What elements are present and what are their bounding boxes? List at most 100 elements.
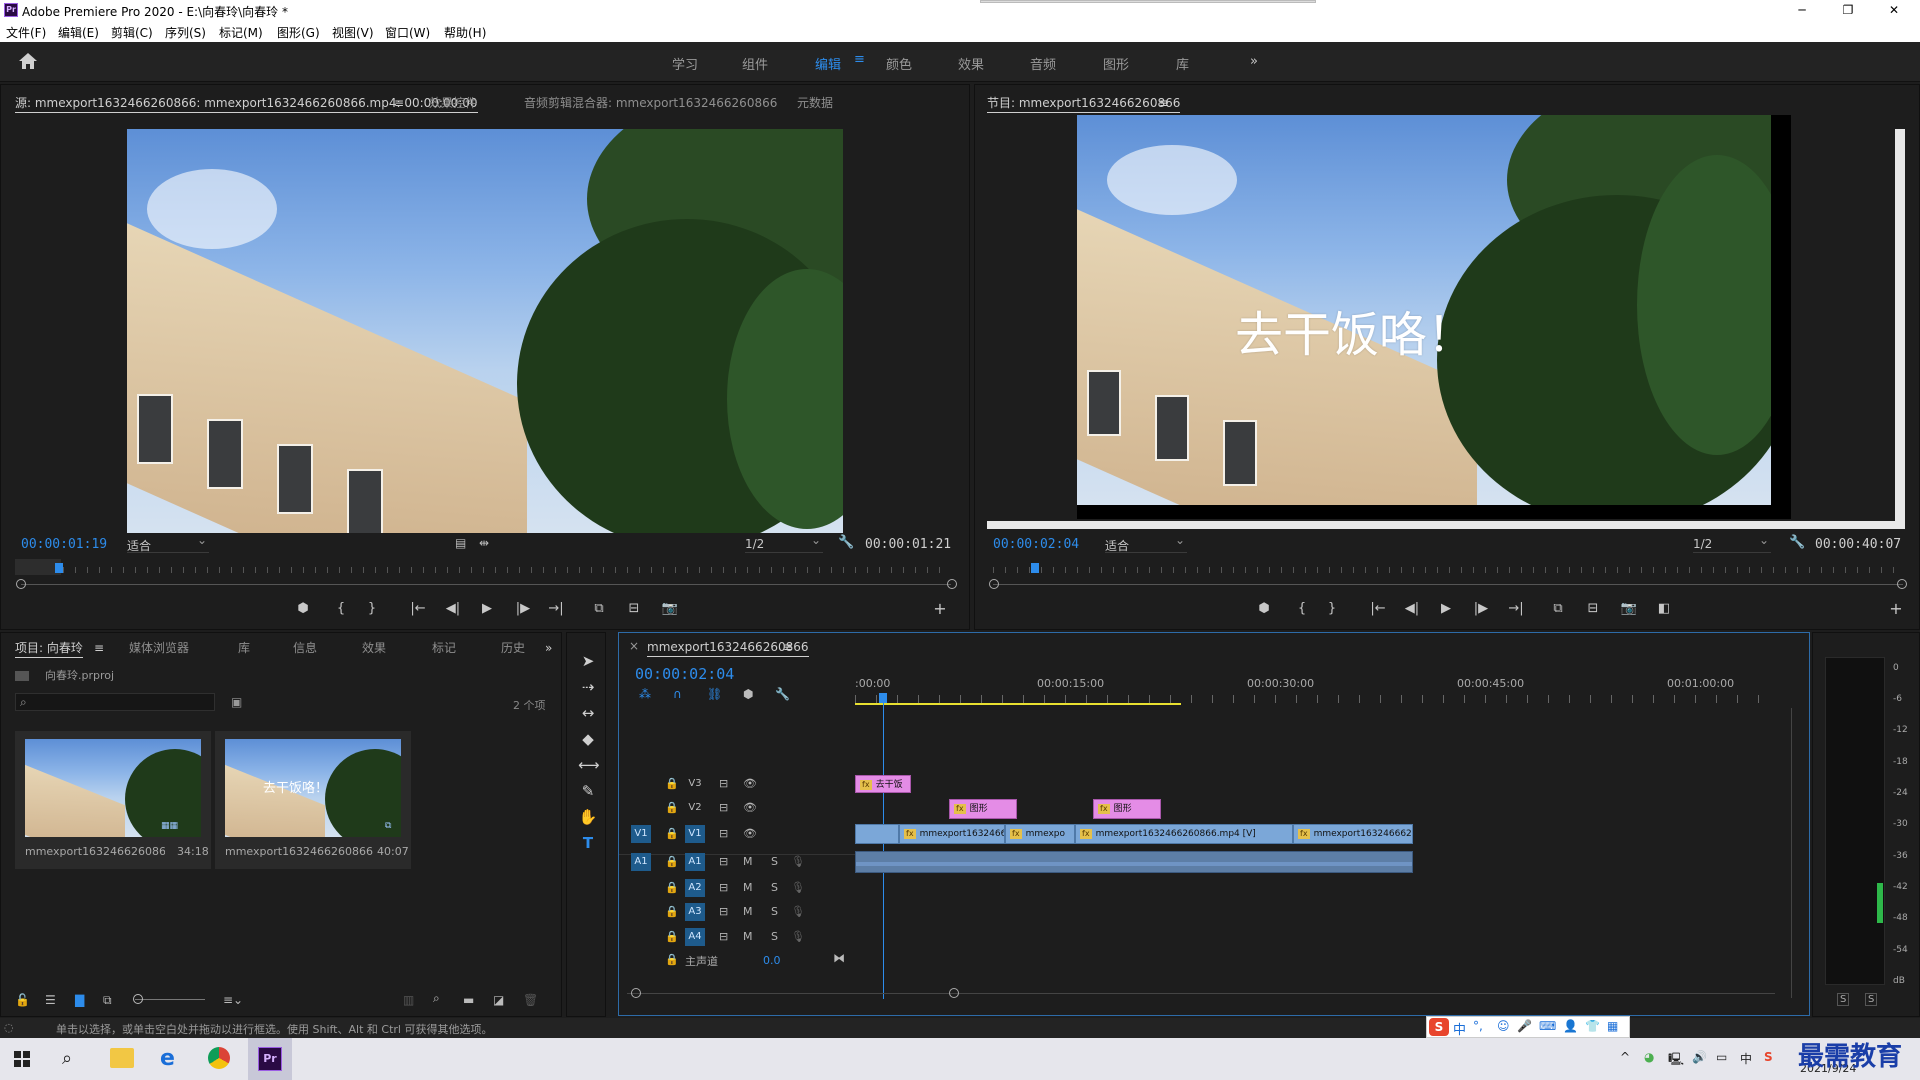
windows-start-icon[interactable] [14,1051,30,1067]
program-scrollbar[interactable] [1895,129,1905,529]
source-zoom-bar[interactable] [21,584,951,585]
source-playhead[interactable] [55,563,63,573]
v2-sync-icon[interactable]: ⊟ [719,801,728,814]
ripple-edit-tool-icon[interactable]: ↔ [578,704,598,724]
extract-icon[interactable]: ⊟ [1584,601,1602,617]
program-step-back-icon[interactable]: ◀| [1403,601,1421,617]
slip-tool-icon[interactable]: ⟷ [578,756,600,776]
source-timecode[interactable]: 00:00:01:19 [21,537,107,552]
search-taskbar-icon[interactable]: ⌕ [62,1048,72,1069]
tab-media-browser[interactable]: 媒体浏览器 [129,636,189,660]
selection-tool-icon[interactable]: ➤ [578,652,598,672]
tray-chevron-icon[interactable]: ^ [1620,1050,1630,1064]
linked-selection-icon[interactable]: ⛓ [707,687,722,701]
workspace-tab-libraries[interactable]: 库 [1176,54,1189,73]
timeline-add-marker-icon[interactable]: ⬢ [743,687,753,701]
a1-solo[interactable]: S [771,855,778,868]
v1-sync-icon[interactable]: ⊟ [719,827,728,840]
ime-tray-icon[interactable]: 中 [1740,1050,1752,1067]
v1-label[interactable]: V1 [685,825,705,843]
comparison-view-icon[interactable]: ◧ [1655,601,1673,617]
a3-solo[interactable]: S [771,905,778,918]
a2-sync-icon[interactable]: ⊟ [719,881,728,894]
tab-program[interactable]: 节目: mmexport1632466260866 [987,91,1181,115]
zoom-slider[interactable] [135,999,205,1000]
timeline-zoom-right[interactable] [949,988,959,998]
type-tool-icon[interactable]: T [578,834,598,854]
insert-icon[interactable]: ⧉ [590,601,608,617]
tab-project[interactable]: 项目: 向春玲 [15,636,83,660]
menu-sequence[interactable]: 序列(S) [165,24,206,41]
v1-source-patch[interactable]: V1 [631,825,651,843]
timeline-hscroll[interactable] [627,993,1775,994]
a2-label[interactable]: A2 [685,879,705,897]
a2-mute[interactable]: M [743,881,753,894]
a3-mic-icon[interactable]: 🎙 [791,905,805,918]
ime-toolbox[interactable]: ▦ [1607,1019,1618,1033]
new-item-icon[interactable]: ◪ [493,993,504,1007]
project-item-1[interactable]: ▦▦ mmexport1632466260866... 34:18 [15,731,211,869]
v2-label[interactable]: V2 [685,799,705,817]
tab-source[interactable]: 源: mmexport1632466260866: mmexport163246… [15,91,478,115]
program-step-forward-icon[interactable]: |▶ [1472,601,1490,617]
drag-video-icon[interactable]: ⇹ [479,536,489,550]
volume-icon[interactable]: 🔊 [1692,1050,1707,1064]
nest-icon[interactable]: ⁂ [639,687,651,701]
project-search-input[interactable]: ⌕ [15,693,215,711]
tab-effects[interactable]: 效果 [362,636,386,660]
workspace-tab-learn[interactable]: 学习 [672,54,698,73]
sequence-menu-icon[interactable]: ≡ [783,635,793,659]
program-zoom-left[interactable] [989,579,999,589]
a1-label[interactable]: A1 [685,853,705,871]
clip-v1-0[interactable] [855,824,899,844]
a4-sync-icon[interactable]: ⊟ [719,930,728,943]
program-add-marker-icon[interactable]: ⬢ [1255,601,1273,617]
v1-lock-icon[interactable]: 🔒 [665,827,679,840]
overwrite-icon[interactable]: ⊟ [625,601,643,617]
clip-v1-c[interactable]: fx mmexport1632466260866.mp4 [V] [1075,824,1293,844]
menu-graphics[interactable]: 图形(G) [277,24,320,41]
hand-tool-icon[interactable]: ✋ [578,808,598,828]
go-to-in-icon[interactable]: |← [409,601,427,617]
work-area-bar[interactable] [855,703,1181,705]
timeline-vscroll[interactable] [1791,708,1792,998]
time-ruler[interactable] [855,695,1775,703]
lift-icon[interactable]: ⧉ [1549,601,1567,617]
step-back-icon[interactable]: ◀| [444,601,462,617]
a3-sync-icon[interactable]: ⊟ [719,905,728,918]
zoom-handle-left[interactable] [16,579,26,589]
program-mark-in-icon[interactable]: { [1293,601,1311,617]
menu-help[interactable]: 帮助(H) [444,24,486,41]
timeline-playhead[interactable] [879,693,887,703]
program-go-to-out-icon[interactable]: →| [1507,601,1525,617]
a3-label[interactable]: A3 [685,903,705,921]
program-export-frame-icon[interactable]: 📷 [1620,601,1638,617]
network-icon[interactable]: 🖳 [1668,1050,1684,1071]
close-sequence-icon[interactable]: × [629,639,639,653]
menu-file[interactable]: 文件(F) [6,24,46,41]
a1-mic-icon[interactable]: 🎙 [791,855,805,868]
clip-a1-audio[interactable] [855,851,1413,873]
chrome-icon[interactable] [208,1047,230,1069]
more-workspaces-icon[interactable]: » [1250,54,1258,69]
tab-audio-clip-mixer[interactable]: 音频剪辑混合器: mmexport1632466260866 [524,91,777,115]
master-value[interactable]: 0.0 [763,954,781,967]
wrench-icon[interactable]: 🔧 [838,535,854,550]
ime-skin[interactable]: 👕 [1585,1019,1600,1033]
ime-emoji[interactable]: ☺ [1497,1019,1510,1033]
workspace-tab-audio[interactable]: 音频 [1030,54,1056,73]
v3-label[interactable]: V3 [685,775,705,793]
button-editor-icon[interactable]: + [931,601,949,617]
a4-mute[interactable]: M [743,930,753,943]
program-panel-menu-icon[interactable]: ≡ [1159,91,1169,115]
a1-lock-icon[interactable]: 🔒 [665,855,679,868]
source-quality-dropdown[interactable]: 1/2 [745,533,823,553]
program-fit-dropdown[interactable]: 适合 [1105,533,1187,553]
a4-lock-icon[interactable]: 🔒 [665,930,679,943]
clip-v1-b[interactable]: fx mmexpo [1005,824,1075,844]
v3-eye-icon[interactable]: 👁 [743,777,757,790]
v3-lock-icon[interactable]: 🔒 [665,777,679,790]
workspace-menu-icon[interactable]: ≡ [854,52,865,67]
a3-lock-icon[interactable]: 🔒 [665,905,679,918]
master-goto-icon[interactable]: ⧓ [833,951,845,965]
